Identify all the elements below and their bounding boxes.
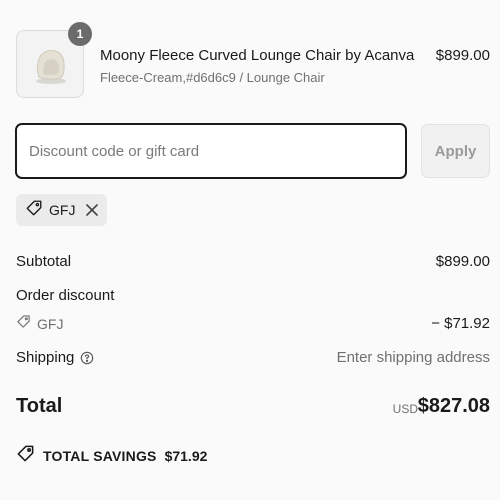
- currency-code: USD: [392, 402, 418, 416]
- applied-discount-code: GFJ: [49, 202, 76, 218]
- tag-icon: [16, 314, 31, 334]
- product-name: Moony Fleece Curved Lounge Chair by Acan…: [100, 47, 415, 64]
- savings-label: TOTAL SAVINGS: [43, 448, 157, 464]
- total-value: $827.08: [417, 395, 490, 417]
- savings-tag-icon: [16, 444, 35, 468]
- tag-icon: [25, 199, 43, 222]
- discount-code-input[interactable]: [15, 123, 407, 179]
- shipping-value: Enter shipping address: [336, 349, 490, 366]
- order-discount-code: GFJ: [37, 316, 64, 332]
- quantity-badge: 1: [68, 22, 92, 46]
- order-discount-value: − $71.92: [431, 315, 490, 332]
- subtotal-label: Subtotal: [16, 253, 72, 270]
- savings-value: $71.92: [164, 448, 208, 464]
- remove-discount-icon[interactable]: [85, 203, 99, 217]
- subtotal-value: $899.00: [435, 253, 490, 270]
- apply-discount-button[interactable]: Apply: [421, 124, 490, 178]
- help-icon[interactable]: [80, 351, 94, 365]
- total-label: Total: [16, 395, 63, 417]
- order-discount-label: Order discount: [16, 287, 115, 304]
- shipping-row-label: Shipping: [16, 349, 94, 366]
- shipping-label: Shipping: [16, 349, 75, 366]
- total-savings: TOTAL SAVINGS $71.92: [16, 444, 207, 468]
- order-discount-code-row: GFJ: [16, 314, 63, 334]
- applied-discount-tag: GFJ: [16, 194, 107, 226]
- product-variant: Fleece-Cream,#d6d6c9 / Lounge Chair: [100, 70, 325, 85]
- product-price: $899.00: [435, 47, 490, 64]
